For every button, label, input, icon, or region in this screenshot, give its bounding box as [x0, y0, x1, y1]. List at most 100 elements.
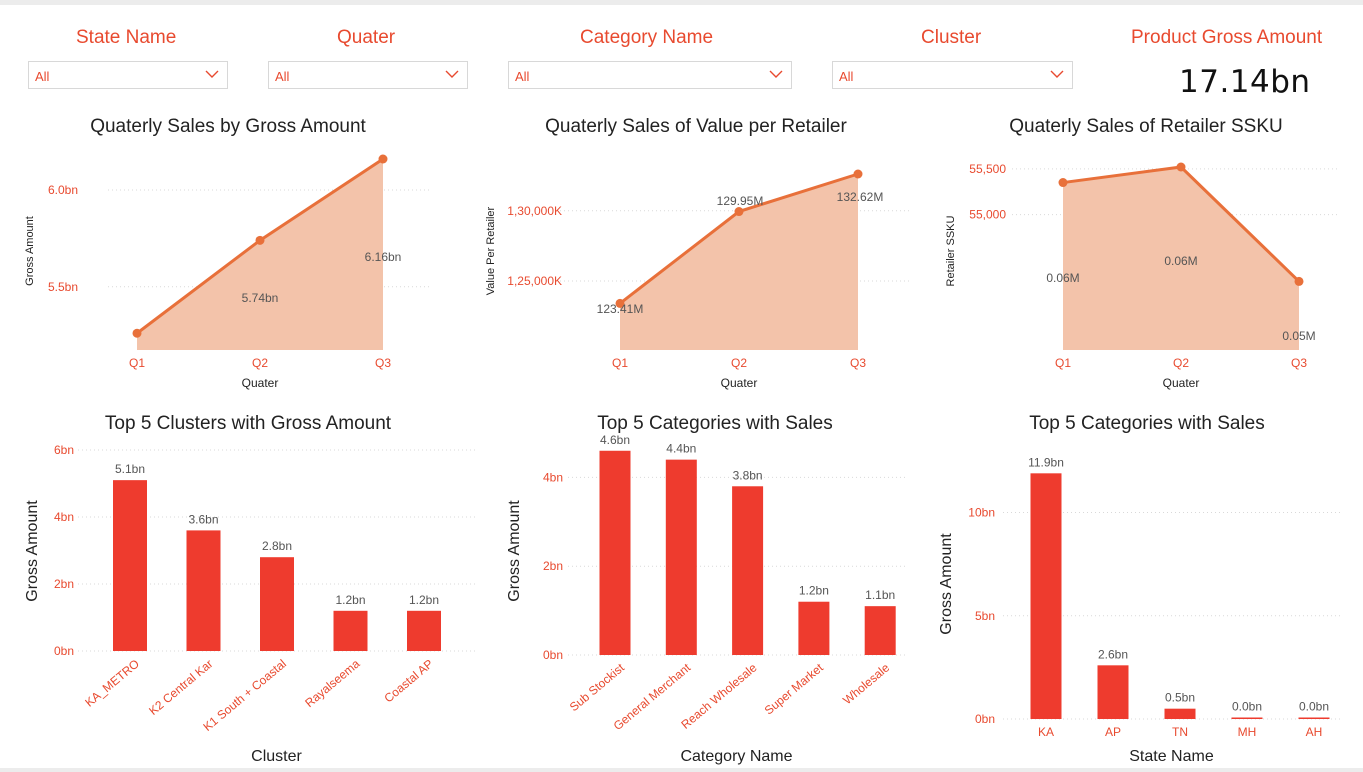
data-label: 0.06M — [1164, 254, 1197, 268]
x-tick-label: Q2 — [1173, 356, 1189, 370]
x-axis-title: State Name — [1129, 748, 1214, 765]
x-tick-label: AH — [1306, 725, 1323, 739]
x-tick-label: TN — [1172, 725, 1188, 739]
bar — [407, 610, 441, 651]
x-tick-label: Super Market — [762, 660, 827, 717]
x-tick-label: Coastal AP — [381, 657, 435, 706]
data-point — [1176, 162, 1186, 172]
x-tick-label: Q3 — [375, 356, 391, 370]
x-tick-label: Rayalseema — [302, 656, 362, 710]
y-axis-title: Value Per Retailer — [485, 206, 497, 295]
y-tick-label: 4bn — [54, 510, 74, 524]
y-tick-label: 5bn — [975, 609, 995, 623]
bar — [333, 610, 368, 651]
data-label: 1.2bn — [409, 593, 439, 607]
data-point — [378, 154, 388, 164]
y-tick-label: 0bn — [54, 644, 74, 658]
y-axis-title: Gross Amount — [506, 500, 523, 602]
data-point — [1294, 276, 1304, 286]
data-label: 129.95M — [717, 194, 764, 208]
x-tick-label: KA — [1038, 725, 1054, 739]
data-label: 2.8bn — [262, 539, 292, 553]
x-tick-label: Wholesale — [840, 660, 892, 707]
data-label: 132.62M — [837, 190, 884, 204]
chart-title: Quaterly Sales of Retailer SSKU — [1009, 116, 1283, 137]
bar — [798, 601, 830, 655]
bar — [113, 480, 147, 651]
data-label: 4.4bn — [666, 442, 696, 456]
y-tick-label: 6.0bn — [48, 183, 78, 197]
bar — [1298, 717, 1330, 719]
x-axis-title: Quater — [1163, 376, 1200, 390]
bar — [665, 459, 697, 655]
y-tick-label: 5.5bn — [48, 280, 78, 294]
x-tick-label: MH — [1238, 725, 1257, 739]
data-point — [132, 328, 142, 338]
x-axis-title: Quater — [721, 376, 758, 390]
chart-title: Top 5 Categories with Sales — [1029, 413, 1265, 434]
bar — [1164, 708, 1196, 719]
bar — [1231, 717, 1263, 719]
y-axis-title: Gross Amount — [24, 500, 41, 602]
data-label: 4.6bn — [600, 433, 630, 447]
data-label: 1.2bn — [799, 584, 829, 598]
y-tick-label: 0bn — [543, 648, 563, 662]
data-label: 2.6bn — [1098, 647, 1128, 661]
data-label: 0.0bn — [1232, 700, 1262, 714]
x-tick-label: Q3 — [1291, 356, 1307, 370]
bar — [1097, 665, 1129, 719]
x-tick-label: AP — [1105, 725, 1121, 739]
data-label: 1.2bn — [335, 593, 365, 607]
y-tick-label: 2bn — [543, 559, 563, 573]
x-tick-label: KA_METRO — [82, 657, 142, 710]
x-axis-title: Category Name — [680, 748, 792, 765]
data-label: 123.41M — [597, 302, 644, 316]
bar — [864, 606, 896, 655]
data-point — [734, 207, 744, 217]
y-tick-label: 1,25,000K — [507, 274, 562, 288]
chart-title: Top 5 Clusters with Gross Amount — [105, 413, 392, 434]
x-tick-label: Q1 — [1055, 356, 1071, 370]
x-tick-label: Q3 — [850, 356, 866, 370]
bar — [1030, 473, 1062, 719]
y-tick-label: 1,30,000K — [507, 204, 562, 218]
data-point — [853, 169, 863, 179]
bar — [260, 557, 294, 651]
chart-title: Quaterly Sales of Value per Retailer — [545, 116, 847, 137]
charts-canvas: Quaterly Sales by Gross Amount 5.5bn 6.0bn… — [24, 116, 1340, 765]
series-area — [137, 159, 383, 350]
x-tick-label: Q1 — [612, 356, 628, 370]
data-label: 3.8bn — [733, 468, 763, 482]
data-label: 11.9bn — [1028, 455, 1064, 469]
y-tick-label: 0bn — [975, 712, 995, 726]
chart-title: Quaterly Sales by Gross Amount — [90, 116, 366, 137]
x-axis-title: Cluster — [251, 748, 302, 765]
chart-title: Top 5 Categories with Sales — [597, 413, 833, 434]
bar — [599, 450, 631, 655]
bar — [732, 486, 764, 655]
y-axis-title: Retailer SSKU — [945, 215, 957, 286]
y-axis-title: Gross Amount — [938, 533, 955, 635]
data-label: 5.74bn — [242, 291, 279, 305]
y-tick-label: 10bn — [968, 506, 995, 520]
x-tick-label: K2 Central Kar — [146, 657, 215, 718]
y-tick-label: 55,500 — [969, 162, 1006, 176]
x-axis-title: Quater — [242, 376, 279, 390]
data-label: 5.1bn — [115, 462, 145, 476]
bar — [186, 530, 221, 651]
data-label: 0.0bn — [1299, 700, 1329, 714]
y-tick-label: 2bn — [54, 577, 74, 591]
data-point — [1058, 178, 1068, 188]
x-tick-label: Sub Stockist — [567, 660, 628, 714]
y-tick-label: 6bn — [54, 443, 74, 457]
data-label: 0.06M — [1046, 271, 1079, 285]
x-tick-label: Q2 — [252, 356, 268, 370]
y-tick-label: 55,000 — [969, 208, 1006, 222]
data-label: 0.05M — [1282, 329, 1315, 343]
data-label: 3.6bn — [188, 512, 218, 526]
x-tick-label: Q1 — [129, 356, 145, 370]
data-label: 6.16bn — [365, 250, 402, 264]
data-label: 1.1bn — [865, 588, 895, 602]
data-point — [255, 235, 265, 245]
data-label: 0.5bn — [1165, 691, 1195, 705]
